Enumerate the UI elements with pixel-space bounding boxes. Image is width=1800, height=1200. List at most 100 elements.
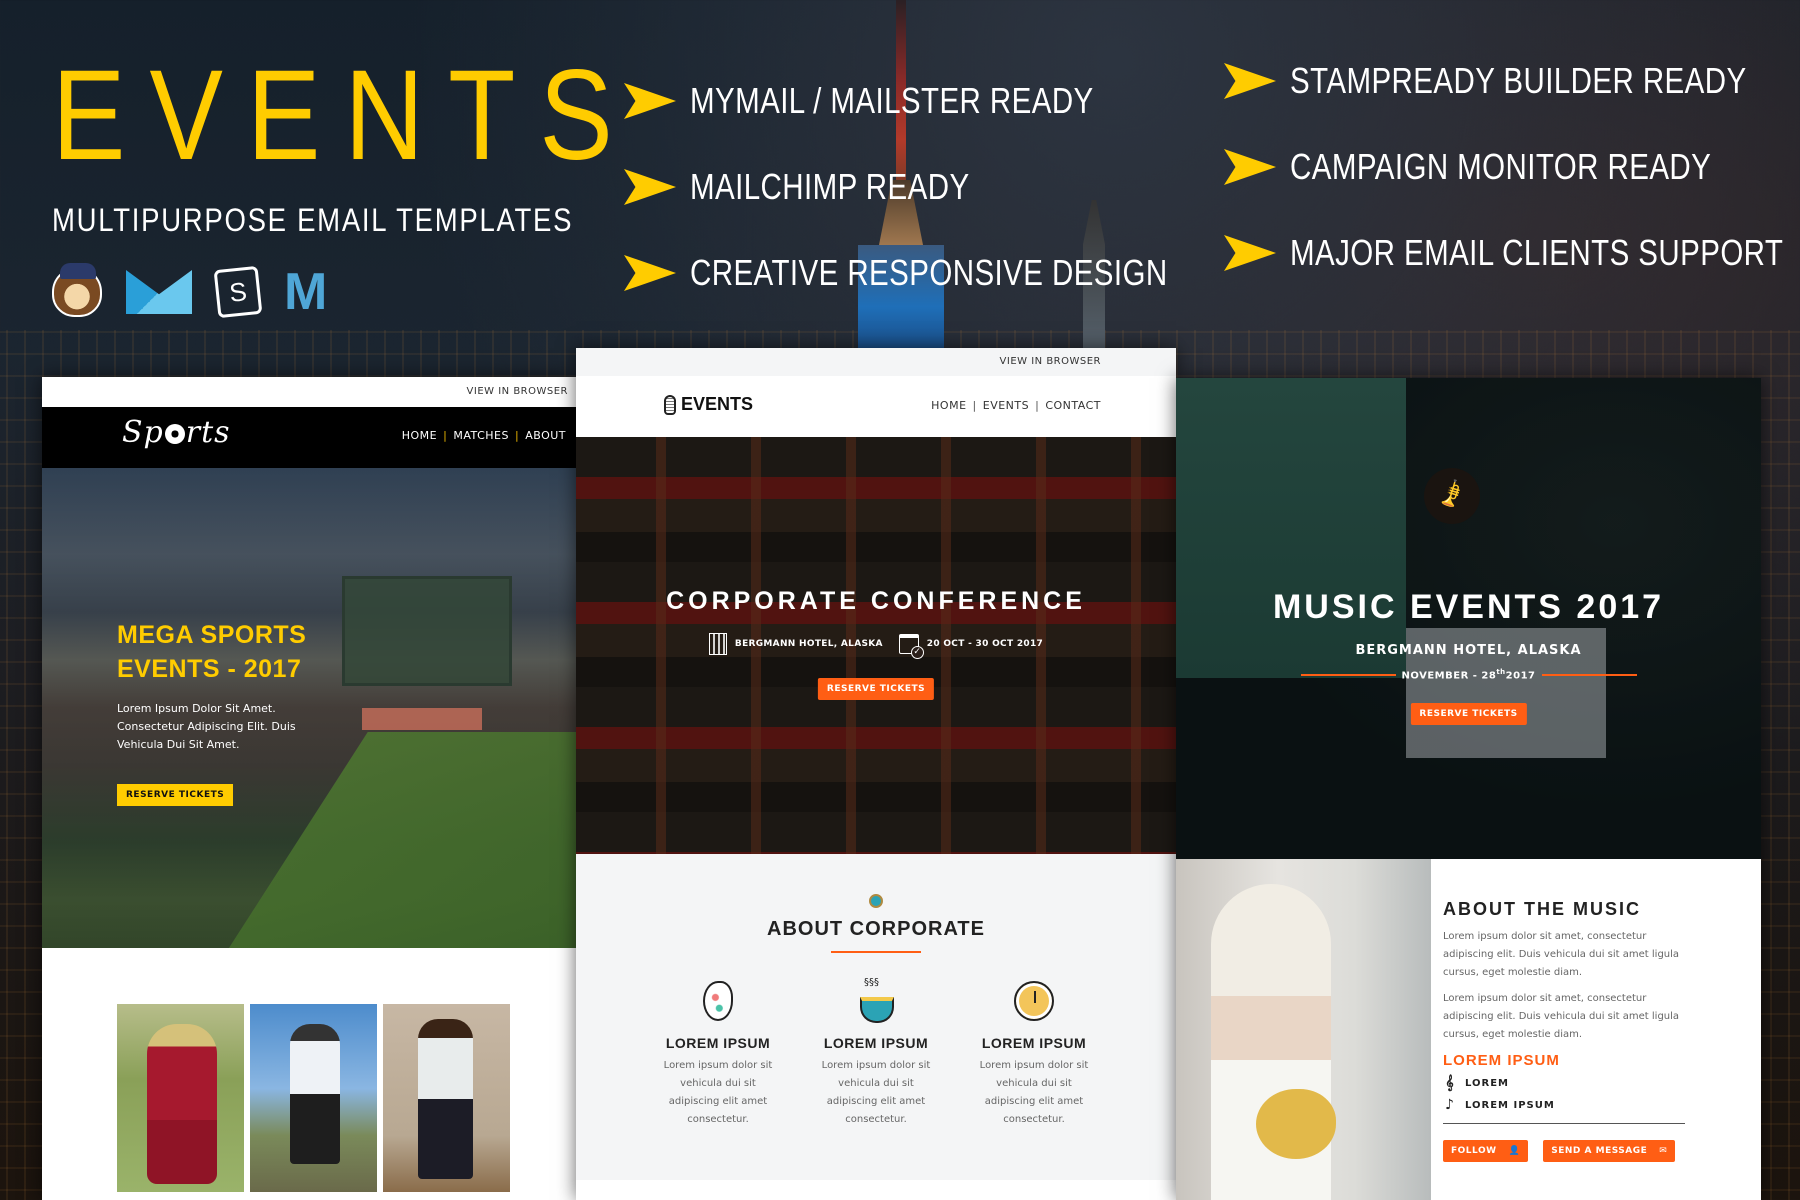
music-actions: FOLLOW 👤 SEND A MESSAGE ✉: [1443, 1140, 1761, 1162]
divider: [1443, 1123, 1685, 1124]
arrow-icon: [624, 83, 676, 119]
event-dates: 20 OCT - 30 OCT 2017: [898, 634, 1044, 659]
music-hero: 🎺 MUSIC EVENTS 2017 BERGMANN HOTEL, ALAS…: [1176, 378, 1761, 859]
trumpet-badge-icon: 🎺: [1413, 457, 1491, 535]
arrow-icon: [1224, 63, 1276, 99]
corporate-hero-title: CORPORATE CONFERENCE: [666, 587, 1086, 615]
send-message-button[interactable]: SEND A MESSAGE ✉: [1543, 1140, 1676, 1162]
dates-text: 20 OCT - 30 OCT 2017: [926, 639, 1044, 649]
corporate-features: LOREM IPSUM Lorem ipsum dolor sit vehicu…: [576, 977, 1176, 1129]
list-label: LOREM IPSUM: [1465, 1099, 1555, 1111]
coffee-cup-icon: [856, 977, 896, 1023]
feature-text: Lorem ipsum dolor sit vehicula dui sit a…: [663, 1060, 773, 1125]
date-ordinal: th: [1496, 668, 1506, 676]
location-text: BERGMANN HOTEL, ALASKA: [734, 639, 883, 649]
mailchimp-icon: [52, 263, 102, 317]
stadium-field: [228, 732, 576, 948]
nav-about[interactable]: ABOUT: [525, 429, 566, 442]
feature-list-right: STAMPREADY BUILDER READY CAMPAIGN MONITO…: [1224, 38, 1800, 296]
nav-events[interactable]: EVENTS: [983, 399, 1029, 412]
view-in-browser-link[interactable]: VIEW IN BROWSER: [467, 386, 568, 397]
nav-separator: |: [443, 429, 448, 442]
music-location: BERGMANN HOTEL, ALASKA: [1355, 643, 1582, 658]
brand-title: EVENTS: [52, 44, 637, 187]
stadium-banner: [362, 708, 482, 730]
corporate-template-preview: VIEW IN BROWSER EVENTS HOME | EVENTS | CONTA…: [576, 348, 1176, 1200]
arrow-icon: [624, 169, 676, 205]
stampready-icon: S: [213, 265, 263, 319]
clock-icon: [1014, 981, 1054, 1021]
arrow-icon: [624, 255, 676, 291]
corporate-navbar: EVENTS HOME | EVENTS | CONTACT: [576, 376, 1176, 437]
sports-nav-menu: HOME | MATCHES | ABOUT: [402, 429, 566, 442]
follow-button[interactable]: FOLLOW 👤: [1443, 1140, 1529, 1162]
feature-text: Lorem ipsum dolor sit vehicula dui sit a…: [821, 1060, 931, 1125]
feature-item: CREATIVE RESPONSIVE DESIGN: [624, 230, 1272, 316]
nav-home[interactable]: HOME: [402, 429, 437, 442]
about-music-title: ABOUT THE MUSIC: [1443, 899, 1641, 919]
list-item: ♪ LOREM IPSUM: [1443, 1097, 1761, 1113]
green-wall: [1176, 378, 1406, 678]
football-player-photo: [117, 1004, 244, 1192]
reserve-tickets-button[interactable]: RESERVE TICKETS: [117, 784, 234, 806]
arrow-icon: [1224, 149, 1276, 185]
feature-card: LOREM IPSUM Lorem ipsum dolor sit vehicu…: [819, 977, 934, 1129]
feature-label: CAMPAIGN MONITOR READY: [1290, 146, 1712, 187]
feature-list-left: MYMAIL / MAILSTER READY MAILCHIMP READY …: [624, 58, 1272, 316]
corporate-hero: CORPORATE CONFERENCE BERGMANN HOTEL, ALA…: [576, 437, 1176, 854]
feature-item: STAMPREADY BUILDER READY: [1224, 38, 1800, 124]
corporate-nav-menu: HOME | EVENTS | CONTACT: [931, 399, 1101, 412]
feature-text: Lorem ipsum dolor sit vehicula dui sit a…: [979, 1060, 1089, 1125]
music-note-icon: ♪: [1445, 1097, 1455, 1113]
music-date: NOVEMBER - 28th2017: [1402, 668, 1536, 681]
soccer-ball-icon: [164, 424, 185, 444]
nav-contact[interactable]: CONTACT: [1045, 399, 1101, 412]
feature-label: MAJOR EMAIL CLIENTS SUPPORT: [1290, 232, 1784, 273]
logo-text-prefix: Sp: [122, 415, 164, 450]
nav-separator: |: [1035, 399, 1040, 412]
add-user-icon: 👤: [1508, 1146, 1521, 1156]
sports-hero-text: Lorem Ipsum Dolor Sit Amet. Consectetur …: [117, 702, 296, 751]
sports-navbar: Sp rts HOME | MATCHES | ABOUT: [42, 407, 576, 468]
date-year: 2017: [1505, 670, 1536, 682]
alarm-clock-icon: [869, 894, 883, 908]
corporate-topbar: VIEW IN BROWSER: [576, 348, 1176, 376]
campaign-monitor-icon: M: [284, 263, 328, 321]
send-message-label: SEND A MESSAGE: [1551, 1146, 1648, 1156]
divider-line: [1541, 673, 1637, 676]
feature-label: STAMPREADY BUILDER READY: [1290, 60, 1747, 101]
feature-item: MYMAIL / MAILSTER READY: [624, 58, 1272, 144]
events-logo[interactable]: EVENTS: [664, 394, 753, 415]
view-in-browser-link[interactable]: VIEW IN BROWSER: [1000, 356, 1101, 367]
nav-matches[interactable]: MATCHES: [453, 429, 509, 442]
nav-home[interactable]: HOME: [931, 399, 966, 412]
music-date-row: NOVEMBER - 28th2017: [1176, 668, 1761, 681]
sports-gallery: [117, 1004, 510, 1192]
feature-label: MAILCHIMP READY: [690, 166, 970, 207]
arrow-icon: [1224, 235, 1276, 271]
palette-icon: [703, 981, 733, 1021]
feature-item: MAILCHIMP READY: [624, 144, 1272, 230]
basketball-player-photo: [383, 1004, 510, 1192]
sports-logo[interactable]: Sp rts: [122, 415, 231, 450]
feature-item: MAJOR EMAIL CLIENTS SUPPORT: [1224, 210, 1800, 296]
feature-label: MYMAIL / MAILSTER READY: [690, 80, 1094, 121]
about-paragraph: Lorem ipsum dolor sit amet, consectetur …: [1443, 931, 1680, 978]
mailster-icon: [126, 270, 192, 314]
music-template-preview: 🎺 MUSIC EVENTS 2017 BERGMANN HOTEL, ALAS…: [1176, 378, 1761, 1200]
feature-title: LOREM IPSUM: [823, 1035, 929, 1051]
reserve-tickets-button[interactable]: RESERVE TICKETS: [1410, 703, 1527, 725]
logo-text-suffix: rts: [185, 415, 231, 450]
about-corporate-section: ABOUT CORPORATE LOREM IPSUM Lorem ipsum …: [576, 854, 1176, 1180]
feature-card: LOREM IPSUM Lorem ipsum dolor sit vehicu…: [661, 981, 776, 1129]
event-location: BERGMANN HOTEL, ALASKA: [708, 633, 883, 655]
nav-separator: |: [514, 429, 520, 442]
music-subheading: LOREM IPSUM: [1443, 1052, 1560, 1069]
events-logo-text: EVENTS: [681, 394, 754, 414]
envelope-icon: ✉: [1659, 1146, 1668, 1156]
event-meta: BERGMANN HOTEL, ALASKA 20 OCT - 30 OCT 2…: [576, 633, 1176, 659]
follow-label: FOLLOW: [1451, 1146, 1497, 1156]
feature-card: LOREM IPSUM Lorem ipsum dolor sit vehicu…: [977, 981, 1092, 1129]
sports-topbar: VIEW IN BROWSER: [42, 377, 576, 407]
reserve-tickets-button[interactable]: RESERVE TICKETS: [817, 678, 935, 700]
